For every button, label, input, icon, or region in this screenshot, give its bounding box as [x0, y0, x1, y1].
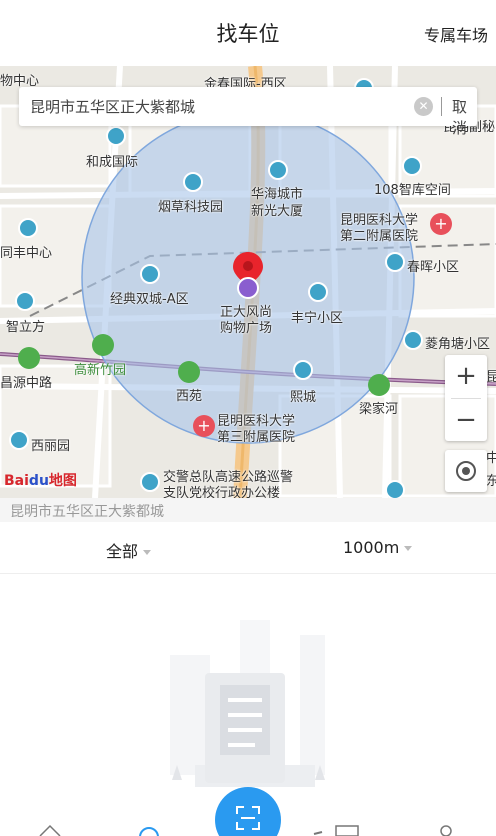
map-label: 熙城 — [290, 390, 317, 405]
logo-suffix: 地图 — [48, 473, 77, 489]
poi-icon — [183, 172, 203, 192]
map-label: 西苑 — [176, 389, 203, 404]
park-icon — [92, 334, 114, 356]
poi-icon — [106, 126, 126, 146]
map-label: 和成国际 — [86, 155, 139, 170]
card-icon[interactable] — [312, 824, 362, 836]
poi-icon — [402, 156, 422, 176]
poi-icon — [140, 472, 160, 492]
baidu-map-logo: Baidu地图 — [4, 470, 77, 490]
map-label: 高新竹园 — [74, 363, 127, 378]
map-label: 经典双城-A区 — [110, 292, 189, 307]
metro-station-icon — [368, 374, 390, 396]
zoom-in-button[interactable]: + — [445, 355, 487, 398]
poi-icon — [403, 330, 423, 350]
map-label: 烟草科技园 — [158, 200, 224, 215]
location-pin-icon — [233, 252, 263, 299]
type-filter-label: 全部 — [106, 542, 139, 561]
map-label: 昆 — [486, 370, 496, 385]
map-label: 智立方 — [6, 320, 46, 335]
type-filter[interactable]: 全部 — [106, 538, 152, 562]
user-icon[interactable] — [436, 824, 456, 836]
locate-button[interactable] — [445, 450, 487, 492]
map-label: 支队党校行政办公楼 — [163, 486, 281, 498]
poi-icon — [308, 282, 328, 302]
address-strip: 昆明市五华区正大紫都城 — [0, 498, 496, 522]
current-address: 昆明市五华区正大紫都城 — [10, 504, 164, 520]
map-label: 中 — [486, 451, 496, 466]
locate-dot — [462, 467, 470, 475]
chevron-down-icon — [143, 550, 152, 555]
hospital-icon: + — [193, 415, 215, 437]
zoom-out-button[interactable]: − — [445, 399, 487, 442]
map-label: 购物广场 — [220, 321, 273, 336]
radius-filter-label: 1000m — [343, 538, 400, 557]
hospital-icon: + — [430, 213, 452, 235]
map-label: 菱角塘小区 — [425, 337, 491, 352]
clear-icon[interactable]: ✕ — [414, 97, 433, 116]
divider — [441, 97, 442, 116]
chevron-down-icon — [404, 546, 413, 551]
map-label: 108智库空间 — [374, 183, 451, 198]
map-label: 同丰中心 — [0, 246, 53, 261]
poi-icon — [9, 430, 29, 450]
scan-icon — [236, 806, 260, 830]
search-bar: 昆明市五华区正大紫都城 ✕ 取消 — [19, 87, 477, 137]
filter-bar: 全部 1000m — [0, 522, 496, 574]
map-label: 第三附属医院 — [217, 430, 296, 445]
map-label: 东 — [486, 474, 496, 489]
home-icon[interactable] — [38, 824, 62, 836]
poi-icon — [140, 264, 160, 284]
poi-icon — [15, 291, 35, 311]
poi-icon — [268, 160, 288, 180]
radius-filter[interactable]: 1000m — [343, 538, 413, 557]
empty-state-illustration — [170, 620, 325, 787]
top-bar: 找车位 专属车场 — [0, 0, 496, 66]
map-label: 昌源中路 — [0, 376, 53, 391]
page-title: 找车位 — [216, 22, 280, 46]
map-label: 第二附属医院 — [340, 229, 419, 244]
exclusive-parking-link[interactable]: 专属车场 — [424, 22, 488, 46]
zoom-control: + − — [445, 355, 487, 441]
poi-icon — [293, 360, 313, 380]
map-label: 丰宁小区 — [291, 311, 344, 326]
metro-station-icon — [18, 347, 40, 369]
map-view[interactable]: + + 物中心 金春国际-西区 昆明副秘 和成国际 108智库空间 烟草科技园 … — [0, 66, 496, 498]
cancel-button[interactable]: 取消 — [452, 96, 477, 138]
poi-icon — [385, 480, 405, 498]
map-label: 春晖小区 — [407, 260, 460, 275]
logo-text: Bai — [4, 473, 29, 489]
parking-icon[interactable] — [137, 825, 161, 836]
poi-icon — [18, 218, 38, 238]
logo-paw: du — [28, 473, 49, 489]
metro-station-icon — [178, 361, 200, 383]
map-label: 梁家河 — [359, 402, 399, 417]
search-input[interactable]: 昆明市五华区正大紫都城 — [30, 96, 195, 117]
map-label: 新光大厦 — [251, 204, 304, 219]
poi-icon — [385, 252, 405, 272]
map-label: 西丽园 — [31, 439, 71, 454]
